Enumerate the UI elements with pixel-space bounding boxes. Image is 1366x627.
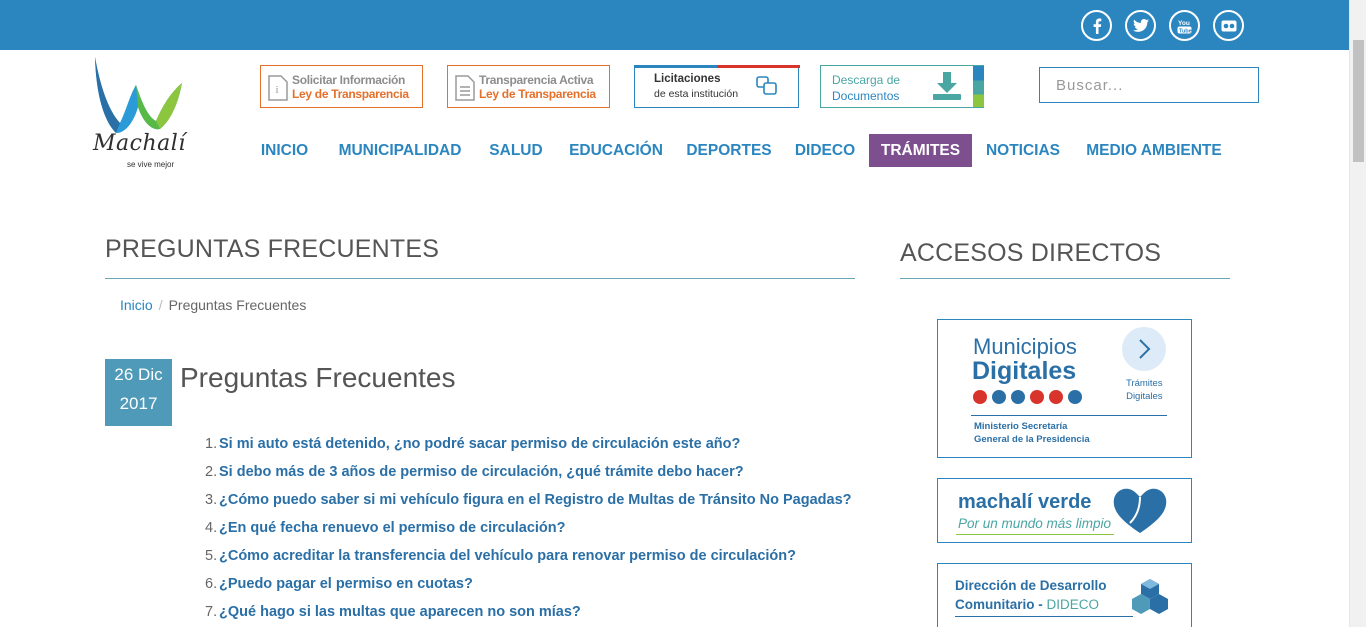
machali-logo-mark xyxy=(95,57,182,133)
machali-verde-card[interactable]: machalí verde Por un mundo más limpio xyxy=(937,478,1192,543)
municipios-divider xyxy=(971,415,1167,416)
faq-number: 2. xyxy=(205,464,218,480)
verde-subtitle: Por un mundo más limpio xyxy=(958,516,1112,531)
svg-text:Tube: Tube xyxy=(1179,28,1192,34)
solicitar-informacion-button[interactable]: i Solicitar Información Ley de Transpare… xyxy=(260,65,423,108)
faq-number: 1. xyxy=(205,436,218,452)
post-title: Preguntas Frecuentes xyxy=(180,362,456,393)
facebook-icon[interactable] xyxy=(1081,10,1112,41)
section-divider xyxy=(105,278,855,279)
logo-tagline: se vive mejor xyxy=(127,160,175,169)
faq-item: 5. ¿Cómo acreditar la transferencia del v… xyxy=(205,546,852,574)
faq-number: 6. xyxy=(205,576,218,592)
info-document-icon: i xyxy=(268,75,288,101)
ministerio-line1: Ministerio Secretaría xyxy=(974,421,1068,432)
breadcrumb-separator: / xyxy=(158,297,163,313)
scrollbar-thumb[interactable] xyxy=(1353,40,1364,162)
search-input[interactable] xyxy=(1039,67,1259,103)
faq-question-link[interactable]: Si mi auto está detenido, ¿no podré saca… xyxy=(219,436,740,452)
descarga-line2: Documentos xyxy=(832,89,900,103)
faq-item: 4. ¿En qué fecha renuevo el permiso de ci… xyxy=(205,518,852,546)
transparencia-activa-button[interactable]: Transparencia Activa Ley de Transparenci… xyxy=(447,65,610,108)
faq-number: 5. xyxy=(205,548,218,564)
dideco-line2: Comunitario - DIDECO xyxy=(955,597,1099,612)
post-date-badge: 26 Dic 2017 xyxy=(105,359,172,426)
licitaciones-button[interactable]: Licitaciones de esta institución xyxy=(634,65,800,108)
post-date-day-month: 26 Dic xyxy=(114,365,163,384)
dideco-underline xyxy=(955,616,1133,617)
faq-question-link[interactable]: ¿Cómo acreditar la transferencia del veh… xyxy=(219,548,796,564)
descarga-documentos-button[interactable]: Descarga de Documentos xyxy=(820,65,984,108)
faq-item: 2. Si debo más de 3 años de permiso de ci… xyxy=(205,462,852,490)
flickr-icon[interactable] xyxy=(1213,10,1244,41)
faq-item: 1. Si mi auto está detenido, ¿no podré sa… xyxy=(205,434,852,462)
faq-item: 6. ¿Puedo pagar el permiso en cuotas? xyxy=(205,574,852,602)
nav-item-deportes[interactable]: DEPORTES xyxy=(681,134,777,167)
dideco-card[interactable]: Dirección de Desarrollo Comunitario - DI… xyxy=(937,563,1192,627)
nav-item-medio-ambiente[interactable]: MEDIO AMBIENTE xyxy=(1078,134,1230,167)
licitaciones-line2: de esta institución xyxy=(654,88,739,100)
post-date-year: 2017 xyxy=(119,394,158,413)
ministerio-line2: General de la Presidencia xyxy=(974,434,1090,445)
svg-text:You: You xyxy=(1178,20,1190,27)
overlapping-squares-icon xyxy=(756,76,777,95)
page-scrollbar[interactable] xyxy=(1349,0,1366,627)
svg-text:i: i xyxy=(276,84,279,96)
transparencia-line1: Transparencia Activa xyxy=(479,73,594,87)
faq-question-link[interactable]: ¿Cómo puedo saber si mi vehículo figura … xyxy=(219,492,852,508)
descarga-color-stripe xyxy=(973,66,984,107)
tramites-line1: Trámites xyxy=(1126,378,1163,389)
nav-item-noticias[interactable]: NOTICIAS xyxy=(978,134,1068,167)
document-lines-icon xyxy=(455,75,475,101)
solicitar-line2: Ley de Transparencia xyxy=(292,87,409,101)
dideco-line2-accent: DIDECO xyxy=(1046,597,1100,612)
section-title: PREGUNTAS FRECUENTES xyxy=(105,235,440,263)
tramites-digitales-label: Trámites Digitales xyxy=(1126,377,1163,403)
youtube-icon[interactable]: You Tube xyxy=(1169,10,1200,41)
solicitar-line1: Solicitar Información xyxy=(292,73,406,87)
nav-item-educacion[interactable]: EDUCACIÓN xyxy=(561,134,671,167)
faq-question-link[interactable]: Si debo más de 3 años de permiso de circ… xyxy=(219,464,744,480)
tramites-line2: Digitales xyxy=(1126,391,1163,402)
licitaciones-line1: Licitaciones xyxy=(654,73,721,85)
faq-number: 4. xyxy=(205,520,218,536)
heart-leaf-icon xyxy=(1113,488,1167,533)
nav-item-tramites[interactable]: TRÁMITES xyxy=(869,134,972,167)
nav-item-inicio[interactable]: INICIO xyxy=(250,134,319,167)
cubes-icon xyxy=(1132,579,1168,614)
dideco-line2-prefix: Comunitario - xyxy=(955,597,1047,612)
faq-item: 7. ¿Qué hago si las multas que aparecen n… xyxy=(205,602,852,627)
twitter-icon[interactable] xyxy=(1125,10,1156,41)
sidebar-divider xyxy=(900,278,1230,279)
breadcrumb-home-link[interactable]: Inicio xyxy=(120,297,153,313)
breadcrumb-current: Preguntas Frecuentes xyxy=(168,297,307,313)
faq-question-link[interactable]: ¿En qué fecha renuevo el permiso de circ… xyxy=(219,520,566,536)
descarga-line1: Descarga de xyxy=(832,73,901,87)
transparencia-line2: Ley de Transparencia xyxy=(479,87,596,101)
top-bar: You Tube xyxy=(0,0,1349,50)
chevron-right-icon xyxy=(1122,327,1166,371)
breadcrumb: Inicio / Preguntas Frecuentes xyxy=(120,297,306,313)
nav-item-municipalidad[interactable]: MUNICIPALIDAD xyxy=(329,134,471,167)
download-icon xyxy=(933,72,961,100)
licitaciones-flag-stripe xyxy=(635,65,800,68)
faq-question-link[interactable]: ¿Qué hago si las multas que aparecen no … xyxy=(219,604,581,620)
municipios-digitales-card[interactable]: Municipios Digitales Trámites Digitales … xyxy=(937,319,1192,458)
nav-item-dideco[interactable]: DIDECO xyxy=(787,134,863,167)
faq-item: 3. ¿Cómo puedo saber si mi vehículo figur… xyxy=(205,490,852,518)
verde-title: machalí verde xyxy=(958,491,1092,513)
ministerio-label: Ministerio Secretaría General de la Pres… xyxy=(974,420,1090,446)
faq-list: 1. Si mi auto está detenido, ¿no podré sa… xyxy=(205,434,852,627)
faq-number: 7. xyxy=(205,604,218,620)
logo-wordmark: Machalí xyxy=(93,131,186,156)
nav-item-salud[interactable]: SALUD xyxy=(481,134,551,167)
service-icons-row xyxy=(973,390,1082,404)
sidebar-title: ACCESOS DIRECTOS xyxy=(900,239,1162,267)
faq-question-link[interactable]: ¿Puedo pagar el permiso en cuotas? xyxy=(219,576,473,592)
dideco-line1: Dirección de Desarrollo xyxy=(955,578,1107,593)
verde-underline xyxy=(956,534,1114,535)
municipios-line2: Digitales xyxy=(972,357,1077,385)
faq-number: 3. xyxy=(205,492,218,508)
